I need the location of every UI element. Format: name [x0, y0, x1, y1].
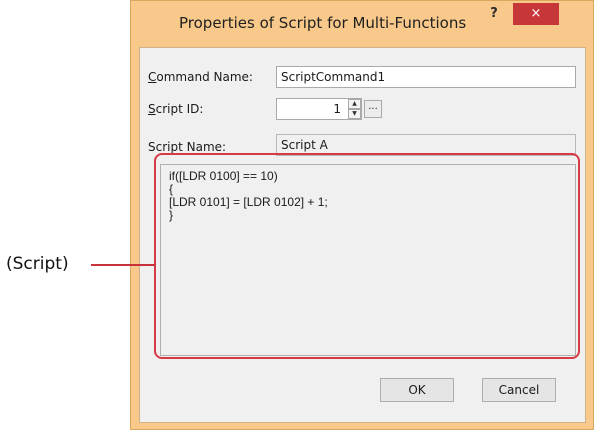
command-name-field[interactable]: ScriptCommand1 — [276, 66, 576, 88]
callout-connector-line — [91, 264, 155, 266]
title-bar: Properties of Script for Multi-Functions… — [131, 1, 593, 47]
close-button[interactable]: × — [513, 3, 559, 25]
script-callout-label: (Script) — [6, 254, 69, 274]
script-highlight-box — [154, 153, 580, 359]
command-name-label: Command Name: — [148, 70, 253, 84]
dialog-title: Properties of Script for Multi-Functions — [179, 14, 467, 32]
help-button[interactable]: ? — [485, 5, 503, 23]
spin-down-icon[interactable]: ▼ — [348, 109, 361, 119]
script-id-label: Script ID: — [148, 102, 204, 116]
browse-button[interactable]: ... — [364, 100, 382, 118]
ok-button[interactable]: OK — [380, 378, 454, 402]
cancel-button[interactable]: Cancel — [482, 378, 556, 402]
script-name-label: Script Name: — [148, 140, 227, 154]
spin-up-icon[interactable]: ▲ — [348, 99, 361, 109]
